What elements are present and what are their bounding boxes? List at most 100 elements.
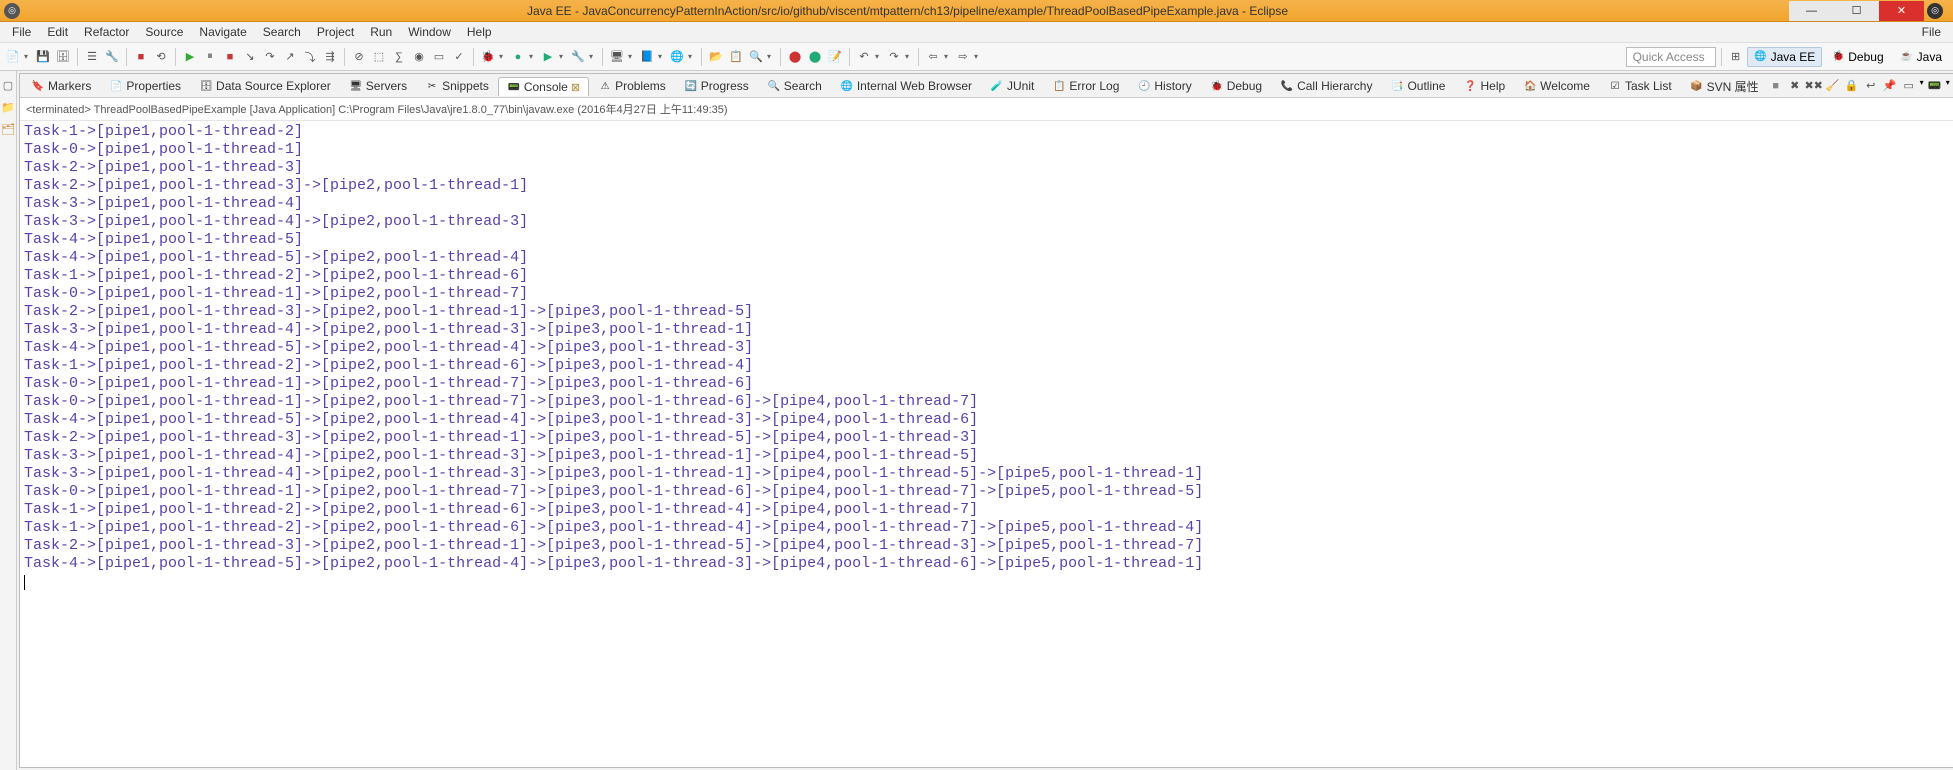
package-explorer-icon[interactable]: 🗂	[0, 121, 16, 137]
perspective-java[interactable]: ☕Java	[1893, 47, 1949, 67]
maximize-button[interactable]: ☐	[1834, 1, 1879, 21]
tab-markers[interactable]: 🔖Markers	[22, 76, 100, 95]
tab-help[interactable]: ❓Help	[1454, 76, 1514, 95]
tab-properties[interactable]: 📄Properties	[100, 76, 190, 95]
build-icon[interactable]: 🔧	[103, 48, 121, 66]
open-console-dropdown-icon[interactable]: ▾	[1946, 78, 1950, 94]
restore-icon[interactable]: ▢	[0, 77, 16, 93]
task-icon[interactable]: ✓	[450, 48, 468, 66]
run-last-dropdown-icon[interactable]: ▾	[559, 52, 567, 61]
back-icon[interactable]: ⇦	[924, 48, 942, 66]
annotation-icon[interactable]: 📝	[826, 48, 844, 66]
new-ws-icon[interactable]: 🌐	[668, 48, 686, 66]
back-dropdown-icon[interactable]: ▾	[944, 52, 952, 61]
open-task-icon[interactable]: 📋	[727, 48, 745, 66]
menu-file[interactable]: File	[4, 23, 39, 41]
tab-snippets[interactable]: ✂Snippets	[416, 76, 498, 95]
new-server-icon[interactable]: 🖥	[608, 48, 626, 66]
console-output[interactable]: Task-1->[pipe1,pool-1-thread-2]Task-0->[…	[20, 121, 1953, 767]
next-edit-icon[interactable]: ↷	[885, 48, 903, 66]
tab-debug[interactable]: 🐞Debug	[1201, 76, 1271, 95]
next-dropdown-icon[interactable]: ▾	[905, 52, 913, 61]
suspend-icon[interactable]: ⏸	[201, 48, 219, 66]
open-type-icon[interactable]: 📂	[707, 48, 725, 66]
menu-project[interactable]: Project	[309, 23, 362, 41]
run-icon[interactable]: ●	[509, 48, 527, 66]
step-into-icon[interactable]: ↘	[241, 48, 259, 66]
stop-icon[interactable]: ■	[221, 48, 239, 66]
run-dropdown-icon[interactable]: ▾	[529, 52, 537, 61]
skip-breakpoints-icon[interactable]: ⊘	[350, 48, 368, 66]
menu-search[interactable]: Search	[255, 23, 309, 41]
tab-svn-属性[interactable]: 📦SVN 属性	[1681, 75, 1768, 97]
server-dropdown-icon[interactable]: ▾	[628, 52, 636, 61]
debug-icon[interactable]: 🐞	[479, 48, 497, 66]
display-selected-icon[interactable]: ▭	[1901, 78, 1917, 94]
tab-problems[interactable]: ⚠Problems	[589, 76, 675, 95]
new-icon[interactable]: 📄	[4, 48, 22, 66]
prev-dropdown-icon[interactable]: ▾	[875, 52, 883, 61]
clear-console-icon[interactable]: 🧹	[1825, 78, 1841, 94]
prev-edit-icon[interactable]: ↶	[855, 48, 873, 66]
close-button[interactable]: ✕	[1879, 1, 1924, 21]
ext-tools-dropdown-icon[interactable]: ▾	[589, 52, 597, 61]
menu-run[interactable]: Run	[362, 23, 400, 41]
tab-junit[interactable]: 🧪JUnit	[981, 76, 1043, 95]
open-console-icon[interactable]: 📟	[1927, 78, 1943, 94]
tab-welcome[interactable]: 🏠Welcome	[1514, 76, 1599, 95]
ext-tools-icon[interactable]: 🔧	[569, 48, 587, 66]
step-return-icon[interactable]: ↗	[281, 48, 299, 66]
drop-to-frame-icon[interactable]: ⤵	[301, 48, 319, 66]
quick-access-input[interactable]: Quick Access	[1626, 47, 1716, 67]
perspective-debug[interactable]: 🐞Debug	[1824, 47, 1890, 67]
tab-servers[interactable]: 🖥Servers	[340, 76, 416, 95]
tab-history[interactable]: 🕘History	[1128, 76, 1200, 95]
play-icon[interactable]: ⬤	[806, 48, 824, 66]
expressions-icon[interactable]: ∑	[390, 48, 408, 66]
toggle-breadcrumb-icon[interactable]: ☰	[83, 48, 101, 66]
record-icon[interactable]: ⬤	[786, 48, 804, 66]
search-icon[interactable]: 🔍	[747, 48, 765, 66]
resume-icon[interactable]: ▶	[181, 48, 199, 66]
display-dropdown-icon[interactable]: ▾	[1920, 78, 1924, 94]
new-dropdown-icon[interactable]: ▾	[24, 52, 32, 61]
tab-search[interactable]: 🔍Search	[758, 76, 831, 95]
step-over-icon[interactable]: ↷	[261, 48, 279, 66]
menu-file-right[interactable]: File	[1914, 23, 1949, 41]
forward-icon[interactable]: ⇨	[954, 48, 972, 66]
word-wrap-icon[interactable]: ↩	[1863, 78, 1879, 94]
tab-internal-web-browser[interactable]: 🌐Internal Web Browser	[831, 76, 981, 95]
scroll-lock-icon[interactable]: 🔒	[1844, 78, 1860, 94]
perspective-javaee[interactable]: 🌐Java EE	[1747, 47, 1823, 67]
breakpoints-icon[interactable]: ◉	[410, 48, 428, 66]
display-icon[interactable]: ▭	[430, 48, 448, 66]
jpa-dropdown-icon[interactable]: ▾	[658, 52, 666, 61]
saveall-icon[interactable]: 🗄	[54, 48, 72, 66]
tab-outline[interactable]: 📑Outline	[1381, 76, 1454, 95]
forward-dropdown-icon[interactable]: ▾	[974, 52, 982, 61]
menu-edit[interactable]: Edit	[39, 23, 76, 41]
tab-console[interactable]: 📟Console⊠	[498, 77, 589, 96]
menu-source[interactable]: Source	[137, 23, 191, 41]
open-perspective-icon[interactable]: ⊞	[1727, 48, 1745, 66]
step-filter-icon[interactable]: ⇶	[321, 48, 339, 66]
tab-progress[interactable]: 🔄Progress	[675, 76, 758, 95]
run-last-icon[interactable]: ▶	[539, 48, 557, 66]
pin-console-icon[interactable]: 📌	[1882, 78, 1898, 94]
debug-dropdown-icon[interactable]: ▾	[499, 52, 507, 61]
close-tab-icon[interactable]: ⊠	[571, 81, 580, 94]
search-dropdown-icon[interactable]: ▾	[767, 52, 775, 61]
new-jpa-icon[interactable]: 📘	[638, 48, 656, 66]
minimize-button[interactable]: —	[1789, 1, 1834, 21]
terminate-console-icon[interactable]: ■	[1768, 78, 1784, 94]
ws-dropdown-icon[interactable]: ▾	[688, 52, 696, 61]
tab-error-log[interactable]: 📋Error Log	[1043, 76, 1128, 95]
remove-all-icon[interactable]: ✖✖	[1806, 78, 1822, 94]
tab-task-list[interactable]: ☑Task List	[1599, 76, 1681, 95]
project-explorer-icon[interactable]: 📁	[0, 99, 16, 115]
terminate-icon[interactable]: ■	[132, 48, 150, 66]
tab-call-hierarchy[interactable]: 📞Call Hierarchy	[1271, 76, 1381, 95]
menu-window[interactable]: Window	[400, 23, 459, 41]
disconnect-icon[interactable]: ⟲	[152, 48, 170, 66]
variables-icon[interactable]: ⬚	[370, 48, 388, 66]
